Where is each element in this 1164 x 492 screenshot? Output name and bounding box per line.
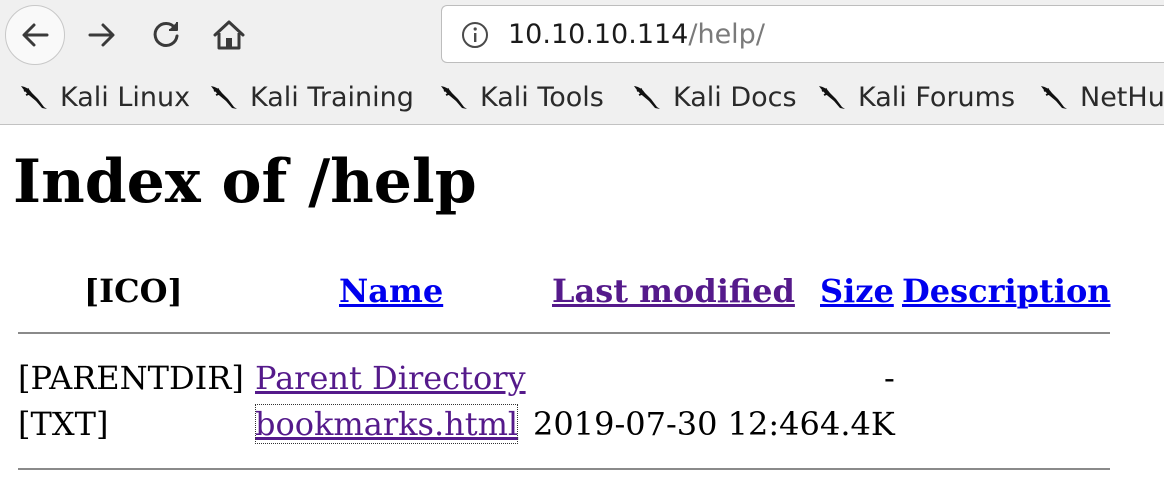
reload-button[interactable] (136, 5, 196, 65)
url-text[interactable]: 10.10.10.114/help/ (508, 18, 765, 52)
url-bar[interactable]: 10.10.10.114/help/ (441, 5, 1164, 63)
row-icon-alt: [PARENTDIR] (18, 359, 244, 397)
bookmark-label: Kali Training (250, 81, 414, 113)
bookmark-kali-docs[interactable]: Kali Docs (631, 80, 797, 114)
column-header-size-link[interactable]: Size (820, 271, 894, 311)
back-arrow-icon (22, 23, 49, 47)
bookmark-kali-tools[interactable]: Kali Tools (438, 80, 604, 114)
row-size: 4.4K (820, 405, 895, 443)
bookmark-kali-training[interactable]: Kali Training (208, 80, 414, 114)
kali-dragon-icon (819, 86, 845, 109)
bookmark-kali-forums[interactable]: Kali Forums (816, 80, 1015, 114)
parent-directory-link[interactable]: Parent Directory (255, 358, 526, 398)
site-info-icon[interactable] (460, 20, 490, 50)
browser-toolbar: 10.10.10.114/help/ (0, 0, 1164, 70)
column-header-icon: [ICO] (84, 272, 183, 310)
row-size: - (884, 359, 895, 397)
kali-dragon-icon (634, 86, 660, 109)
page-content: Index of /help [ICO] Name Last modified … (0, 125, 1164, 492)
bookmark-label: Kali Docs (673, 81, 797, 113)
kali-dragon-icon (441, 86, 467, 109)
bookmark-label: Kali Linux (60, 81, 191, 113)
home-button[interactable] (199, 5, 259, 65)
back-button[interactable] (5, 5, 65, 65)
row-last-modified: 2019-07-30 12:46 (533, 405, 820, 443)
column-header-name-link[interactable]: Name (339, 271, 443, 311)
bookmarks-toolbar: Kali Linux Kali Training Kali Tools Kali… (0, 70, 1164, 125)
bookmark-label: Kali Forums (858, 81, 1016, 113)
column-header-modified-link[interactable]: Last modified (552, 271, 795, 311)
kali-dragon-icon (1041, 86, 1067, 109)
url-host: 10.10.10.114 (508, 19, 689, 50)
reload-icon (153, 21, 179, 47)
bookmark-kali-linux[interactable]: Kali Linux (18, 80, 190, 114)
forward-button[interactable] (72, 5, 132, 65)
bookmark-label: Kali Tools (480, 81, 604, 113)
home-icon (213, 20, 245, 50)
column-header-description-link[interactable]: Description (902, 271, 1111, 311)
kali-dragon-icon (21, 86, 47, 109)
kali-dragon-icon (211, 86, 237, 109)
bookmark-nethunter[interactable]: NetHu (1038, 80, 1164, 114)
divider (18, 332, 1110, 334)
row-icon-alt: [TXT] (18, 405, 109, 443)
forward-arrow-icon (88, 23, 115, 47)
page-title: Index of /help (13, 147, 477, 217)
divider (18, 468, 1110, 470)
url-path: /help/ (688, 19, 765, 50)
file-link-bookmarks[interactable]: bookmarks.html (255, 404, 519, 444)
bookmark-label: NetHu (1080, 81, 1164, 113)
